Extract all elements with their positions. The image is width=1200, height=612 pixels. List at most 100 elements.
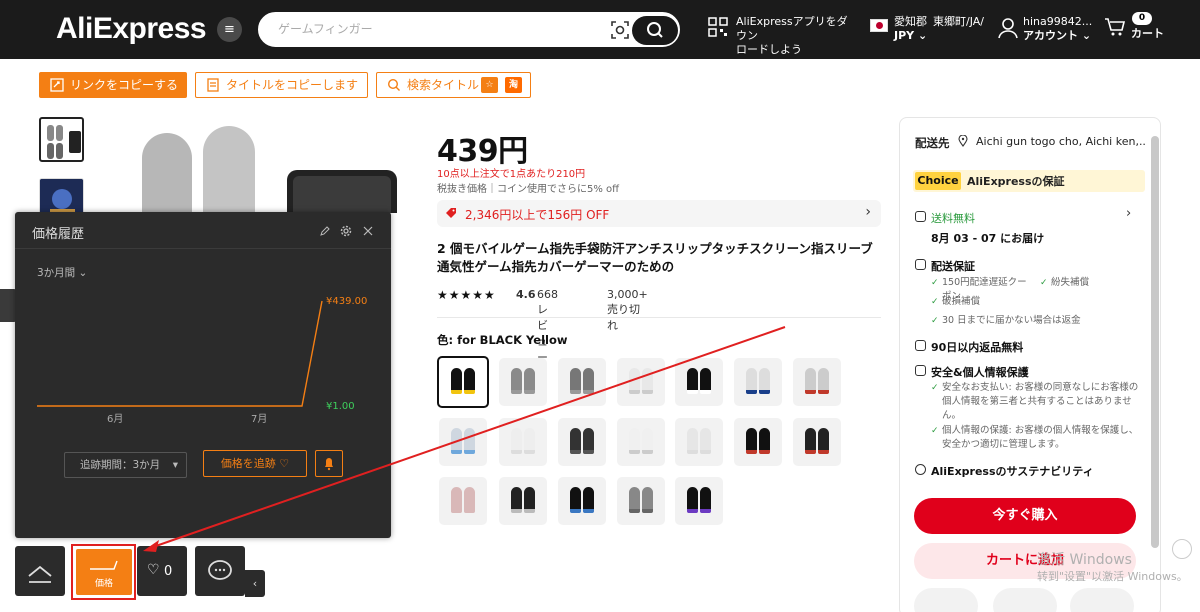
- safety-title: 安全&個人情報保護: [915, 364, 1029, 380]
- buy-now-button[interactable]: 今すぐ購入: [914, 498, 1136, 534]
- store-icon[interactable]: [914, 588, 978, 612]
- copy-title-button[interactable]: タイトルをコピーします: [195, 72, 368, 98]
- address-label[interactable]: 東郷町/JA/: [933, 15, 984, 29]
- color-swatch[interactable]: [793, 358, 841, 406]
- ship-address[interactable]: Aichi gun togo cho, Aichi ken,...: [976, 135, 1146, 148]
- finger-sleeve-image: [687, 368, 698, 394]
- bell-icon[interactable]: [315, 450, 343, 477]
- chat-button[interactable]: [195, 546, 245, 596]
- color-swatch[interactable]: [734, 358, 782, 406]
- search-input[interactable]: [278, 22, 598, 36]
- currency-selector[interactable]: JPY ⌄: [894, 29, 927, 43]
- color-swatch[interactable]: [617, 418, 665, 466]
- qr-code-icon[interactable]: [708, 17, 728, 37]
- account-menu[interactable]: アカウント ⌄: [1023, 29, 1091, 43]
- wishlist-heart-icon[interactable]: [1070, 588, 1134, 612]
- scroll-top-button[interactable]: [15, 546, 65, 596]
- color-swatch[interactable]: [617, 477, 665, 525]
- track-price-button[interactable]: 価格を追跡 ♡: [203, 450, 307, 477]
- copy-link-button[interactable]: リンクをコピーする: [39, 72, 187, 98]
- user-name[interactable]: hina99842...: [1023, 15, 1092, 29]
- track-period-select[interactable]: 追跡期間：3か月 ▾: [64, 452, 187, 478]
- finger-sleeve-image: [805, 428, 816, 454]
- finger-sleeve-image: [570, 487, 581, 513]
- color-swatch[interactable]: [439, 477, 487, 525]
- panel-scrollbar[interactable]: [1151, 136, 1159, 548]
- logo-text: AliExpress: [56, 12, 207, 45]
- color-swatch[interactable]: [499, 358, 547, 406]
- collapse-chevron-icon[interactable]: ‹: [245, 570, 265, 597]
- price-history-chart: 6月 7月 ¥439.00 ¥1.00: [37, 296, 367, 425]
- product-main-image[interactable]: [100, 118, 400, 213]
- share-icon[interactable]: [993, 588, 1057, 612]
- free-shipping-row[interactable]: 送料無料: [915, 210, 975, 226]
- search-button[interactable]: [632, 16, 678, 45]
- price-button-label: 価格: [94, 579, 113, 589]
- color-swatch[interactable]: [675, 358, 723, 406]
- return-box-icon: [915, 340, 926, 351]
- user-icon[interactable]: [998, 17, 1018, 39]
- home-icon: [28, 565, 52, 583]
- delivery-date: 8月 03 - 07 にお届け: [931, 232, 1045, 245]
- chevron-right-icon[interactable]: ›: [1126, 206, 1131, 221]
- app-download-link[interactable]: AliExpressアプリをダウン ロードしよう: [736, 15, 858, 57]
- color-swatch[interactable]: [439, 418, 487, 466]
- color-swatch[interactable]: [734, 418, 782, 466]
- japan-flag-icon[interactable]: [870, 19, 888, 32]
- finger-sleeve-image: [524, 368, 535, 394]
- rating-value: 4.6: [516, 288, 536, 301]
- finger-sleeve-image: [570, 428, 581, 454]
- finger-sleeve-image: [451, 428, 462, 454]
- finger-sleeve-image: [583, 428, 594, 454]
- safety-item: ✓ 安全なお支払い: お客様の同意なしにお客様の個人情報を第三者と共有することはあ…: [931, 382, 1139, 421]
- finger-sleeve-image: [746, 368, 757, 394]
- review-count[interactable]: 668 レビュー: [537, 288, 558, 365]
- currency-label: JPY: [894, 29, 915, 42]
- coupon-banner[interactable]: 2,346円以上で156円 OFF ›: [437, 200, 881, 227]
- favorite-button[interactable]: ♡ 0: [137, 546, 187, 596]
- free-shipping: 送料無料: [931, 212, 975, 225]
- region-label[interactable]: 愛知郡: [894, 15, 927, 29]
- finger-sleeve-image: [687, 487, 698, 513]
- finger-sleeve-image: [700, 487, 711, 513]
- color-swatch[interactable]: [617, 358, 665, 406]
- product-thumbnail[interactable]: [39, 117, 84, 162]
- menu-icon[interactable]: ≡: [217, 17, 242, 42]
- sustainability-link[interactable]: AliExpressのサステナビリティ: [915, 463, 1094, 479]
- color-swatch[interactable]: [558, 358, 606, 406]
- finger-sleeve-image: [700, 428, 711, 454]
- choice-banner: Choice AliExpressの保証: [913, 170, 1145, 192]
- image-search-icon[interactable]: [610, 20, 630, 40]
- finger-sleeve-image: [805, 368, 816, 394]
- search-title-button[interactable]: 検索タイトル ☆ 淘: [376, 72, 531, 98]
- product-title: 2 個モバイルゲーム指先手袋防汗アンチスリップタッチスクリーン指スリーブ通気性ゲ…: [437, 241, 873, 274]
- cart-icon[interactable]: [1104, 17, 1126, 37]
- heart-icon: ♡: [147, 562, 160, 578]
- account-label: アカウント: [1023, 29, 1078, 42]
- color-swatch[interactable]: [558, 477, 606, 525]
- finger-sleeve-image: [464, 487, 475, 513]
- guarantee-item: ✓ 30 日までに届かない場合は返金: [931, 315, 1081, 326]
- color-swatch[interactable]: [499, 418, 547, 466]
- finger-sleeve-image: [451, 487, 462, 513]
- color-swatch[interactable]: [675, 477, 723, 525]
- edit-pencil-icon[interactable]: [1172, 539, 1192, 559]
- finger-sleeve-image: [511, 428, 522, 454]
- aliexpress-logo[interactable]: AliExpress: [56, 12, 207, 46]
- platform-badge-icon[interactable]: ☆: [481, 77, 498, 93]
- finger-sleeve-image: [687, 428, 698, 454]
- color-swatch[interactable]: [675, 418, 723, 466]
- color-swatch[interactable]: [499, 477, 547, 525]
- taobao-badge-icon[interactable]: 淘: [505, 77, 522, 93]
- x-tick-label: 6月: [107, 413, 123, 425]
- copy-title-label: タイトルをコピーします: [226, 78, 359, 92]
- color-swatch[interactable]: [793, 418, 841, 466]
- price-history-button[interactable]: 価格: [76, 549, 132, 595]
- copy-link-icon: [50, 78, 64, 92]
- color-swatch[interactable]: [558, 418, 606, 466]
- guarantee-item: ✓ 破損補償: [931, 296, 981, 307]
- finger-sleeve-image: [629, 487, 640, 513]
- cart-label[interactable]: カート: [1131, 27, 1164, 41]
- app-download-line1: AliExpressアプリをダウン: [736, 15, 848, 42]
- color-swatch[interactable]: [437, 356, 489, 408]
